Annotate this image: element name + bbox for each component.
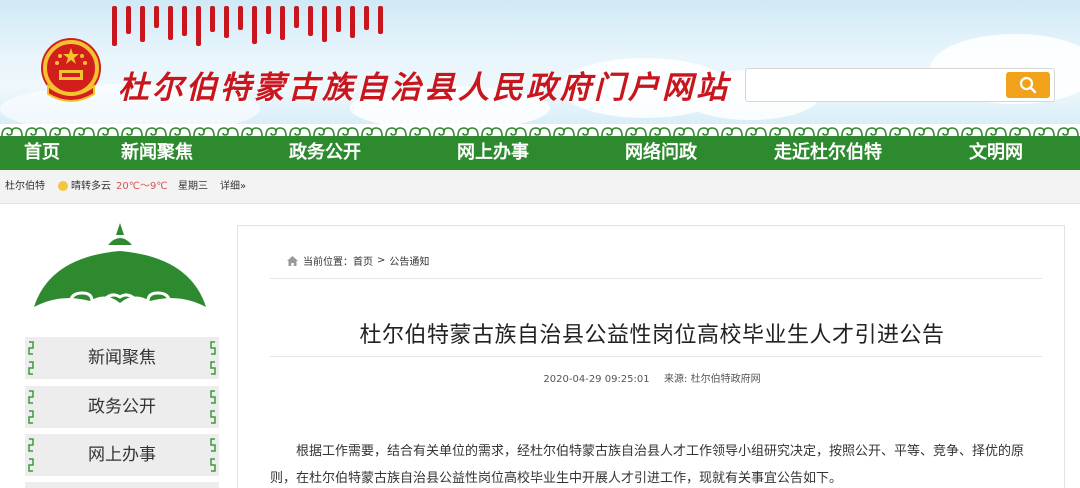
nav-item-online-services[interactable]: 网上办事 <box>457 136 529 170</box>
breadcrumb-current[interactable]: 公告通知 <box>389 253 429 268</box>
ornament-icon <box>210 341 216 375</box>
article-panel: 当前位置： 首页 > 公告通知 杜尔伯特蒙古族自治县公益性岗位高校毕业生人才引进… <box>237 225 1065 488</box>
article-date: 2020-04-29 09:25:01 <box>543 374 650 385</box>
nav-item-online-inquiry[interactable]: 网络问政 <box>625 136 697 170</box>
sidebar-item-label: 网上办事 <box>88 445 156 465</box>
national-emblem-icon <box>41 38 101 102</box>
nav-item-civilization[interactable]: 文明网 <box>969 136 1023 170</box>
mongolian-script-logo <box>112 6 383 54</box>
sun-icon <box>58 181 68 191</box>
weather-detail-link[interactable]: 详细» <box>220 170 246 204</box>
sidebar-item-label: 政务公开 <box>88 397 156 417</box>
divider <box>270 278 1042 279</box>
search-button[interactable] <box>1006 72 1050 98</box>
home-icon <box>287 255 298 266</box>
site-header: 杜尔伯特蒙古族自治县人民政府门户网站 <box>0 0 1080 124</box>
article-title: 杜尔伯特蒙古族自治县公益性岗位高校毕业生人才引进公告 <box>359 323 945 348</box>
yurt-logo-icon <box>34 223 206 309</box>
weather-weekday: 星期三 <box>178 181 208 192</box>
breadcrumb-prefix: 当前位置： <box>303 257 353 268</box>
article-meta: 2020-04-29 09:25:01 来源: 杜尔伯特政府网 <box>238 370 1066 385</box>
article-paragraph: 根据工作需要，结合有关单位的需求，经杜尔伯特蒙古族自治县人才工作领导小组研究决定… <box>270 444 1025 486</box>
search-input[interactable] <box>746 69 1004 101</box>
breadcrumb-home-link[interactable]: 首页 <box>353 253 373 268</box>
article-source: 来源: 杜尔伯特政府网 <box>664 374 761 385</box>
weather-condition: 晴转多云 <box>71 181 111 192</box>
weather-bar: 杜尔伯特 晴转多云 20℃～9℃ 星期三 详细» <box>0 170 1080 204</box>
weather-temperature: 20℃～9℃ <box>116 181 168 192</box>
sidebar-item-label: 新闻聚焦 <box>88 348 156 368</box>
nav-item-news[interactable]: 新闻聚焦 <box>121 136 193 170</box>
sidebar-item-news[interactable]: 新闻聚焦 <box>25 337 219 379</box>
divider <box>270 356 1042 357</box>
nav-item-home[interactable]: 首页 <box>24 136 60 170</box>
ornament-icon <box>210 390 216 424</box>
nav-item-government-affairs[interactable]: 政务公开 <box>289 136 361 170</box>
ornament-icon <box>210 438 216 472</box>
breadcrumb-separator: > <box>377 255 386 266</box>
search-icon <box>1019 76 1037 94</box>
search-box <box>745 68 1055 102</box>
site-title: 杜尔伯特蒙古族自治县人民政府门户网站 <box>118 70 730 106</box>
nav-item-about-durbert[interactable]: 走近杜尔伯特 <box>774 136 882 170</box>
main-nav: 首页 新闻聚焦 政务公开 网上办事 网络问政 走近杜尔伯特 文明网 <box>0 136 1080 170</box>
sidebar-item-next[interactable] <box>25 482 219 488</box>
sidebar-item-government-affairs[interactable]: 政务公开 <box>25 386 219 428</box>
breadcrumb: 当前位置： 首页 > 公告通知 <box>286 253 429 268</box>
left-sidebar: 新闻聚焦 政务公开 网上办事 <box>0 205 235 488</box>
sidebar-item-online-services[interactable]: 网上办事 <box>25 434 219 476</box>
weather-location: 杜尔伯特 <box>5 181 45 192</box>
